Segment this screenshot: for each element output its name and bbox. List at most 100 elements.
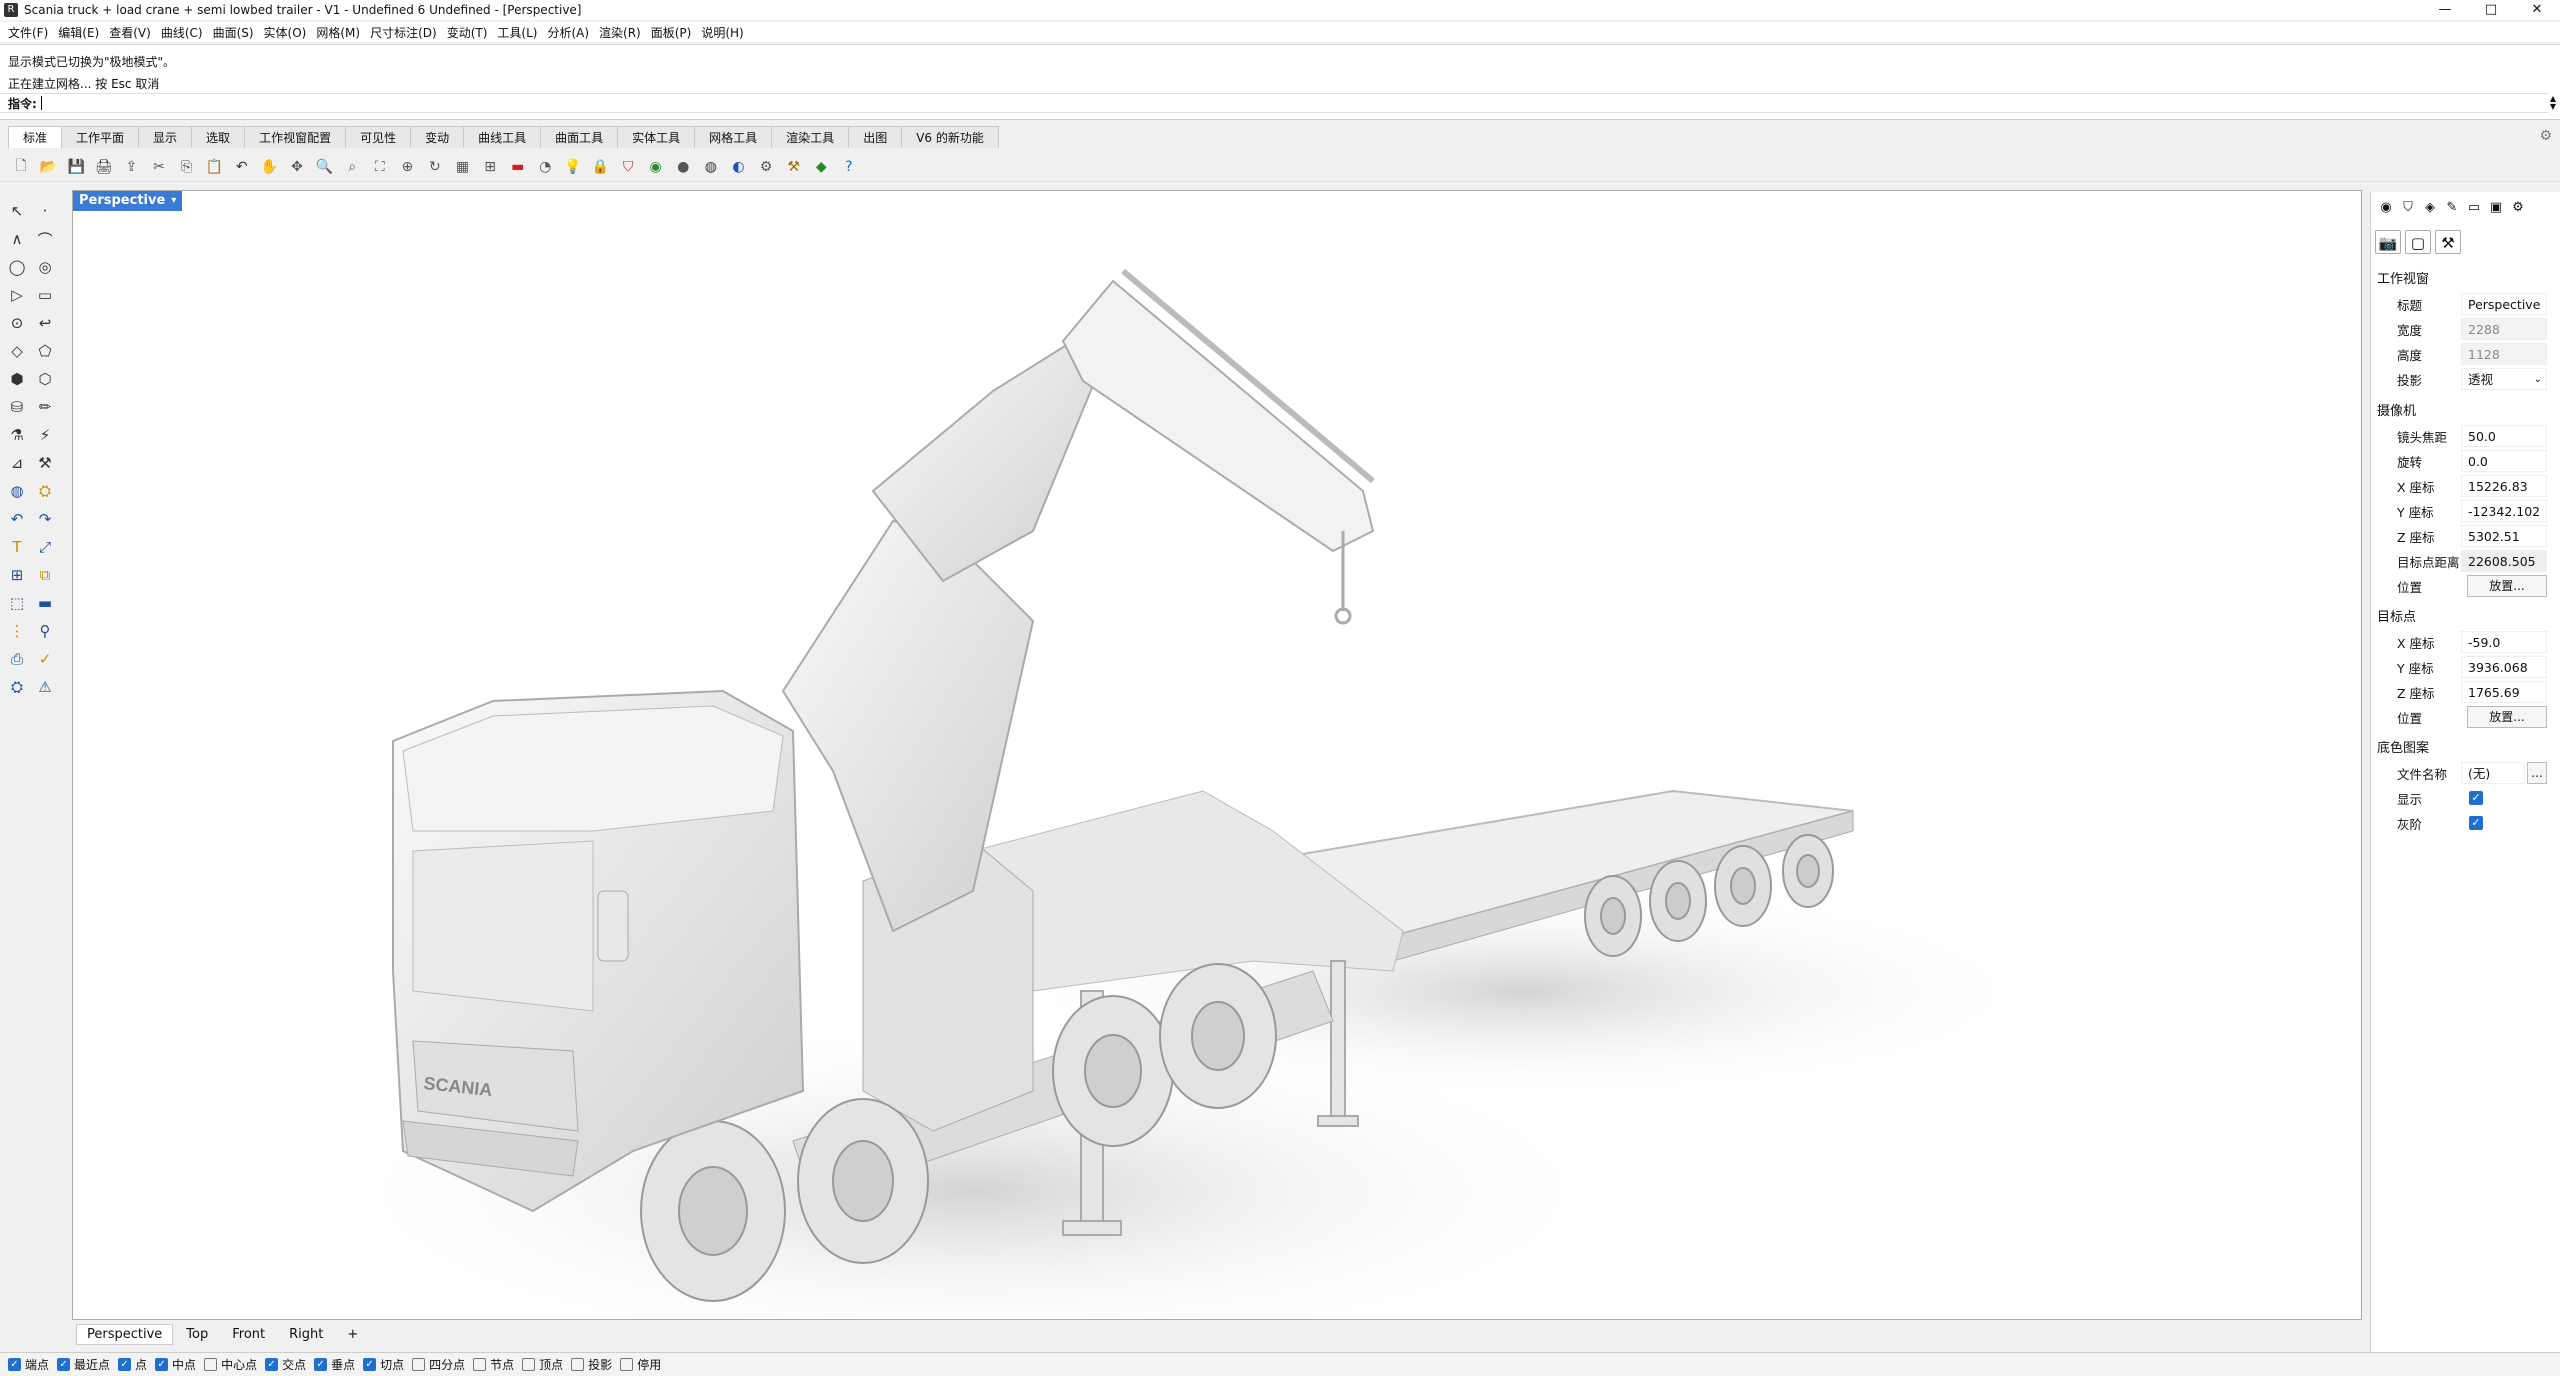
circle-icon[interactable]: ◯ xyxy=(6,256,28,278)
ellipse-icon[interactable]: ◎ xyxy=(34,256,56,278)
osnap-item-7[interactable]: ✓ 切点 xyxy=(363,1356,404,1373)
open-icon[interactable]: 📂 xyxy=(38,156,60,178)
osnap-checkbox[interactable] xyxy=(620,1358,634,1371)
tab-7[interactable]: 曲线工具 xyxy=(463,126,542,148)
tab-10[interactable]: 网格工具 xyxy=(694,126,773,148)
tab-13[interactable]: V6 的新功能 xyxy=(901,126,999,148)
block-icon[interactable]: ⬚ xyxy=(6,592,28,614)
menu-item-13[interactable]: 说明(H) xyxy=(697,24,749,41)
osnap-item-12[interactable]: 停用 xyxy=(620,1356,661,1373)
tab-settings-gear-icon[interactable]: ⚙ xyxy=(2539,128,2552,144)
viewport-title-tab[interactable]: Perspective ▾ xyxy=(73,191,183,211)
help-icon[interactable]: ? xyxy=(838,156,860,178)
cut-icon[interactable]: ✂ xyxy=(148,156,170,178)
zoom-selected-icon[interactable]: ⊕ xyxy=(396,156,418,178)
boolean-icon[interactable]: ⚗ xyxy=(6,424,28,446)
environment-icon[interactable]: ◐ xyxy=(727,156,749,178)
osnap-item-4[interactable]: 中心点 xyxy=(204,1356,257,1373)
analyze-icon[interactable]: ⚲ xyxy=(34,620,56,642)
tgt-z-field[interactable]: 1765.69 xyxy=(2461,681,2547,703)
mesh-icon[interactable]: ⊿ xyxy=(6,452,28,474)
rotation-field[interactable]: 0.0 xyxy=(2461,450,2547,472)
tab-8[interactable]: 曲面工具 xyxy=(540,126,619,148)
viewport-tab-top[interactable]: Top xyxy=(175,1324,219,1345)
tab-12[interactable]: 出图 xyxy=(848,126,903,148)
maximize-button[interactable]: □ xyxy=(2468,0,2514,20)
viewport-tab-perspective[interactable]: Perspective xyxy=(76,1323,174,1345)
cplane-icon[interactable]: ⊞ xyxy=(479,156,501,178)
projection-select[interactable]: 透视 ⌄ xyxy=(2461,368,2547,390)
point-icon[interactable]: · xyxy=(34,200,56,222)
tab-6[interactable]: 变动 xyxy=(410,126,465,148)
linear-dim-icon[interactable]: ▬ xyxy=(34,592,56,614)
focal-field[interactable]: 50.0 xyxy=(2461,425,2547,447)
tab-1[interactable]: 工作平面 xyxy=(61,126,140,148)
box-icon[interactable]: ⬢ xyxy=(6,368,28,390)
polyline-icon[interactable]: ∧ xyxy=(6,228,28,250)
fillet-curve-icon[interactable]: ↩ xyxy=(34,312,56,334)
tab-2[interactable]: 显示 xyxy=(138,126,193,148)
surface-icon[interactable]: ◇ xyxy=(6,340,28,362)
viewport-tab-right[interactable]: Right xyxy=(278,1324,334,1345)
osnap-checkbox[interactable]: ✓ xyxy=(118,1358,132,1371)
options-icon[interactable]: ⚙ xyxy=(755,156,777,178)
close-button[interactable]: ✕ xyxy=(2514,0,2560,20)
menu-item-11[interactable]: 渲染(R) xyxy=(595,24,647,41)
perspective-viewport[interactable]: SCANIA Perspective ▾ xyxy=(72,190,2362,1320)
tgt-place-button[interactable]: 放置... xyxy=(2467,706,2547,728)
print-icon[interactable]: 🖨 xyxy=(93,156,115,178)
lock-icon[interactable]: 🔒 xyxy=(589,156,611,178)
camera-icon[interactable]: ⎙ xyxy=(6,648,28,670)
tgt-y-field[interactable]: 3936.068 xyxy=(2461,656,2547,678)
render-cube-icon[interactable]: ◈ xyxy=(2419,200,2441,220)
osnap-item-0[interactable]: ✓ 端点 xyxy=(8,1356,49,1373)
command-prompt[interactable]: 指令: xyxy=(0,93,2548,113)
move-view-icon[interactable]: ✥ xyxy=(286,156,308,178)
sweep-icon[interactable]: ◍ xyxy=(6,480,28,502)
color-wheel-icon[interactable]: ◉ xyxy=(2375,200,2397,220)
zoom-icon[interactable]: 🔍 xyxy=(314,156,336,178)
osnap-item-1[interactable]: ✓ 最近点 xyxy=(57,1356,110,1373)
render-icon[interactable]: ⛭ xyxy=(6,676,28,698)
properties-icon[interactable]: ⛉ xyxy=(617,156,639,178)
grayscale-checkbox[interactable]: ✓ xyxy=(2469,816,2483,830)
light-icon[interactable]: 💡 xyxy=(562,156,584,178)
four-views-icon[interactable]: ▦ xyxy=(452,156,474,178)
group-icon[interactable]: ⧉ xyxy=(34,564,56,586)
osnap-item-2[interactable]: ✓ 点 xyxy=(118,1356,147,1373)
osnap-item-5[interactable]: ✓ 交点 xyxy=(265,1356,306,1373)
check-icon[interactable]: ✓ xyxy=(34,648,56,670)
material-icon[interactable]: ◍ xyxy=(700,156,722,178)
tab-11[interactable]: 渲染工具 xyxy=(771,126,850,148)
menu-item-4[interactable]: 曲面(S) xyxy=(209,24,260,41)
ortho-icon[interactable]: ▬ xyxy=(507,156,529,178)
menu-item-8[interactable]: 变动(T) xyxy=(443,24,494,41)
new-icon[interactable]: 🗋 xyxy=(10,156,32,178)
viewport-dropdown-icon[interactable]: ▾ xyxy=(171,191,176,211)
osnap-checkbox[interactable] xyxy=(204,1358,218,1371)
gear-icon[interactable]: ⛭ xyxy=(34,480,56,502)
osnap-item-6[interactable]: ✓ 垂点 xyxy=(314,1356,355,1373)
grid-icon[interactable]: ⋮ xyxy=(6,620,28,642)
tgt-x-field[interactable]: -59.0 xyxy=(2461,631,2547,653)
osnap-checkbox[interactable]: ✓ xyxy=(265,1358,279,1371)
osnap-item-10[interactable]: 顶点 xyxy=(522,1356,563,1373)
cam-x-field[interactable]: 15226.83 xyxy=(2461,475,2547,497)
layer-icon[interactable]: ◔ xyxy=(534,156,556,178)
pencil-icon[interactable]: ✎ xyxy=(2441,200,2463,220)
sphere-icon[interactable]: ⬡ xyxy=(34,368,56,390)
rectangle-icon[interactable]: ▭ xyxy=(34,284,56,306)
minimize-button[interactable]: — xyxy=(2422,0,2468,20)
camera-icon[interactable]: 📷 xyxy=(2375,230,2401,254)
osnap-item-8[interactable]: 四分点 xyxy=(412,1356,465,1373)
color-icon[interactable]: ◉ xyxy=(645,156,667,178)
array-icon[interactable]: ⊞ xyxy=(6,564,28,586)
osnap-checkbox[interactable]: ✓ xyxy=(155,1358,169,1371)
osnap-checkbox[interactable] xyxy=(522,1358,536,1371)
paste-icon[interactable]: 📋 xyxy=(203,156,225,178)
rotate-view-icon[interactable]: ↻ xyxy=(424,156,446,178)
viewport-frame-icon[interactable]: ▢ xyxy=(2405,230,2431,254)
osnap-checkbox[interactable] xyxy=(473,1358,487,1371)
pan-icon[interactable]: ✋ xyxy=(258,156,280,178)
tab-5[interactable]: 可见性 xyxy=(345,126,412,148)
